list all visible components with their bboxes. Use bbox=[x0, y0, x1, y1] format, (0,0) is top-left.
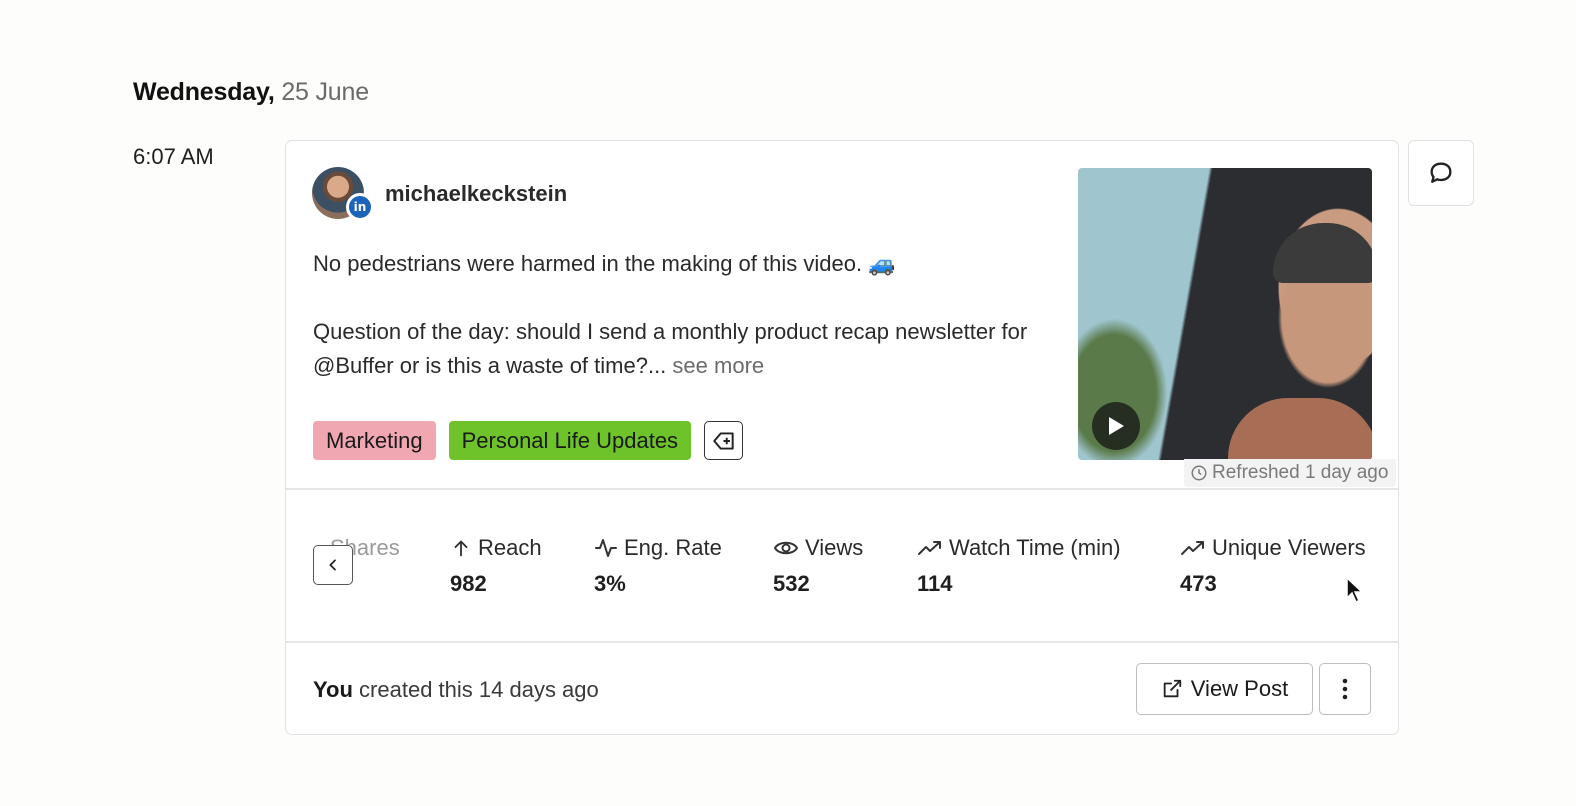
metric-eng-rate-value: 3% bbox=[594, 571, 626, 596]
video-thumbnail[interactable] bbox=[1078, 168, 1372, 460]
more-options-button[interactable] bbox=[1319, 663, 1371, 715]
eye-icon bbox=[773, 541, 799, 555]
linkedin-icon: in bbox=[346, 193, 374, 221]
metric-views-value: 532 bbox=[773, 571, 810, 596]
post-card: in michaelkeckstein No pedestrians were … bbox=[285, 140, 1399, 735]
see-more-link[interactable]: see more bbox=[672, 353, 764, 378]
metric-watch-time-label: Watch Time (min) bbox=[949, 535, 1121, 560]
view-post-label: View Post bbox=[1190, 676, 1289, 701]
post-footer: You created this 14 days ago View Post bbox=[286, 643, 1398, 735]
metric-eng-rate: Eng. Rate 3% bbox=[594, 535, 722, 597]
metric-eng-rate-label: Eng. Rate bbox=[624, 535, 722, 560]
metric-reach: Reach 982 bbox=[450, 535, 542, 597]
refreshed-status: Refreshed 1 day ago bbox=[1184, 459, 1397, 487]
created-by: You bbox=[313, 677, 353, 702]
comment-icon bbox=[1430, 162, 1452, 183]
metric-views-label: Views bbox=[805, 535, 864, 560]
metric-unique-viewers-label: Unique Viewers bbox=[1212, 535, 1366, 560]
day-heading: Wednesday, 25 June bbox=[133, 78, 369, 107]
tag-plus-icon bbox=[712, 431, 734, 450]
tag-marketing[interactable]: Marketing bbox=[313, 421, 436, 460]
created-info: You created this 14 days ago bbox=[313, 677, 599, 703]
post-text: No pedestrians were harmed in the making… bbox=[313, 247, 1043, 383]
metric-watch-time: Watch Time (min) 114 bbox=[917, 535, 1121, 597]
post-text-question: Question of the day: should I send a mon… bbox=[313, 319, 1028, 378]
created-time: created this 14 days ago bbox=[359, 677, 599, 702]
date-label: 25 June bbox=[281, 78, 369, 106]
trend-up-icon bbox=[918, 541, 941, 555]
post-content: in michaelkeckstein No pedestrians were … bbox=[286, 141, 1398, 488]
author-name[interactable]: michaelkeckstein bbox=[385, 181, 567, 207]
pulse-icon bbox=[595, 539, 617, 557]
post-text-paragraph: Question of the day: should I send a mon… bbox=[313, 315, 1043, 383]
scroll-left-button[interactable] bbox=[313, 545, 353, 585]
weekday-label: Wednesday, bbox=[133, 78, 275, 106]
metrics-row[interactable]: Shares Reach 982 Eng. Rate 3% Views 532 … bbox=[286, 489, 1398, 641]
more-vertical-icon bbox=[1342, 678, 1348, 700]
metric-views: Views 532 bbox=[773, 535, 863, 597]
add-tag-button[interactable] bbox=[704, 421, 744, 460]
comment-button[interactable] bbox=[1408, 140, 1474, 206]
post-time: 6:07 AM bbox=[133, 144, 214, 169]
clock-icon bbox=[1191, 465, 1207, 481]
external-link-icon bbox=[1163, 679, 1181, 698]
metric-unique-viewers-value: 473 bbox=[1180, 571, 1217, 596]
mouse-cursor-icon bbox=[1345, 576, 1365, 609]
metric-unique-viewers: Unique Viewers 473 bbox=[1180, 535, 1366, 597]
view-post-button[interactable]: View Post bbox=[1136, 663, 1313, 715]
metric-watch-time-value: 114 bbox=[917, 571, 953, 596]
arrow-up-icon bbox=[454, 540, 468, 557]
chevron-left-icon bbox=[329, 559, 336, 571]
tag-list: Marketing Personal Life Updates bbox=[313, 421, 744, 460]
metric-reach-label: Reach bbox=[478, 535, 542, 560]
trend-up-icon bbox=[1181, 541, 1204, 555]
refreshed-label: Refreshed 1 day ago bbox=[1212, 462, 1389, 483]
author-avatar-group[interactable]: in bbox=[312, 167, 374, 221]
metric-reach-value: 982 bbox=[450, 571, 487, 596]
play-icon[interactable] bbox=[1092, 402, 1140, 450]
tag-personal-life-updates[interactable]: Personal Life Updates bbox=[448, 421, 692, 460]
post-text-line: No pedestrians were harmed in the making… bbox=[313, 251, 896, 276]
